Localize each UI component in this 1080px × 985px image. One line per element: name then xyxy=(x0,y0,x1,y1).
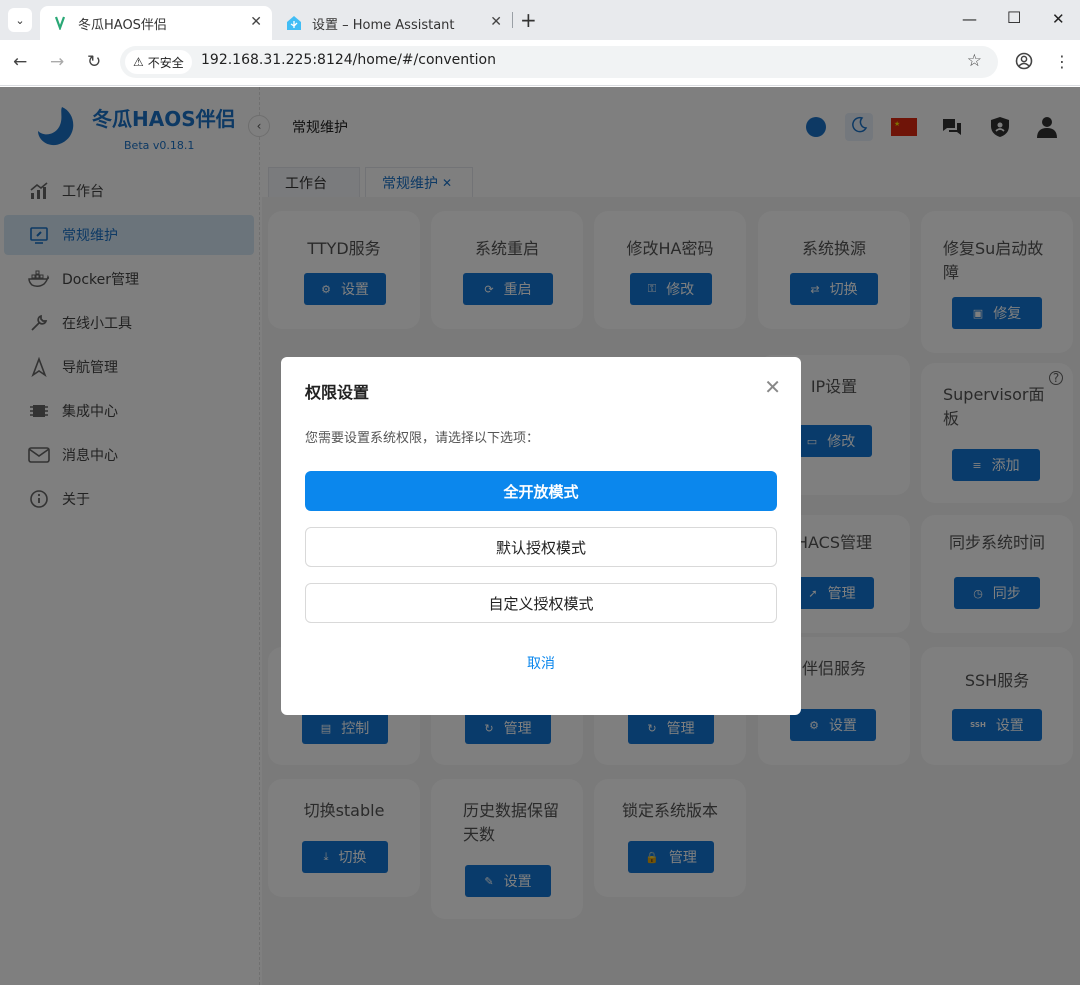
full-open-mode-button[interactable]: 全开放模式 xyxy=(305,471,777,511)
home-assistant-icon xyxy=(286,15,302,31)
tab-title: 设置 – Home Assistant xyxy=(312,17,455,33)
minimize-icon[interactable]: — xyxy=(962,10,977,28)
permission-dialog: 权限设置 ✕ 您需要设置系统权限，请选择以下选项： 全开放模式 默认授权模式 自… xyxy=(281,357,801,715)
more-options-icon[interactable]: ⋮ xyxy=(1054,52,1070,71)
browser-tab-home-assistant[interactable]: 设置 – Home Assistant ✕ xyxy=(274,6,512,40)
bookmark-star-icon[interactable]: ☆ xyxy=(967,51,982,71)
new-tab-icon[interactable]: + xyxy=(520,8,537,32)
reload-icon[interactable]: ↻ xyxy=(87,52,101,72)
browser-tab-strip: ⌄ 冬瓜HAOS伴侣 ✕ 设置 – Home Assistant ✕ + — ☐… xyxy=(0,0,1080,40)
browser-toolbar: ← → ↻ ⚠ 不安全 192.168.31.225:8124/home/#/c… xyxy=(0,40,1080,86)
profile-icon[interactable] xyxy=(1015,52,1033,74)
warning-icon: ⚠ xyxy=(133,55,144,69)
haos-favicon-icon xyxy=(52,15,68,31)
forward-icon[interactable]: → xyxy=(50,52,64,72)
custom-auth-mode-button[interactable]: 自定义授权模式 xyxy=(305,583,777,623)
maximize-icon[interactable]: ☐ xyxy=(1007,8,1021,27)
chevron-down-icon: ⌄ xyxy=(15,13,25,27)
security-indicator[interactable]: ⚠ 不安全 xyxy=(125,50,192,74)
close-icon[interactable]: ✕ xyxy=(250,14,262,30)
tab-separator xyxy=(512,12,513,28)
url-text[interactable]: 192.168.31.225:8124/home/#/convention xyxy=(201,52,496,68)
close-icon[interactable]: ✕ xyxy=(490,14,502,30)
tab-title: 冬瓜HAOS伴侣 xyxy=(78,17,167,33)
back-icon[interactable]: ← xyxy=(13,52,27,72)
browser-tab-haos[interactable]: 冬瓜HAOS伴侣 ✕ xyxy=(40,6,272,40)
dialog-title: 权限设置 xyxy=(305,383,370,402)
close-icon[interactable]: ✕ xyxy=(764,375,781,399)
tab-search-button[interactable]: ⌄ xyxy=(8,8,32,32)
address-bar[interactable]: ⚠ 不安全 192.168.31.225:8124/home/#/convent… xyxy=(120,46,998,78)
window-close-icon[interactable]: ✕ xyxy=(1052,10,1065,28)
cancel-button[interactable]: 取消 xyxy=(281,653,801,673)
default-auth-mode-button[interactable]: 默认授权模式 xyxy=(305,527,777,567)
dialog-description: 您需要设置系统权限，请选择以下选项： xyxy=(305,431,540,446)
